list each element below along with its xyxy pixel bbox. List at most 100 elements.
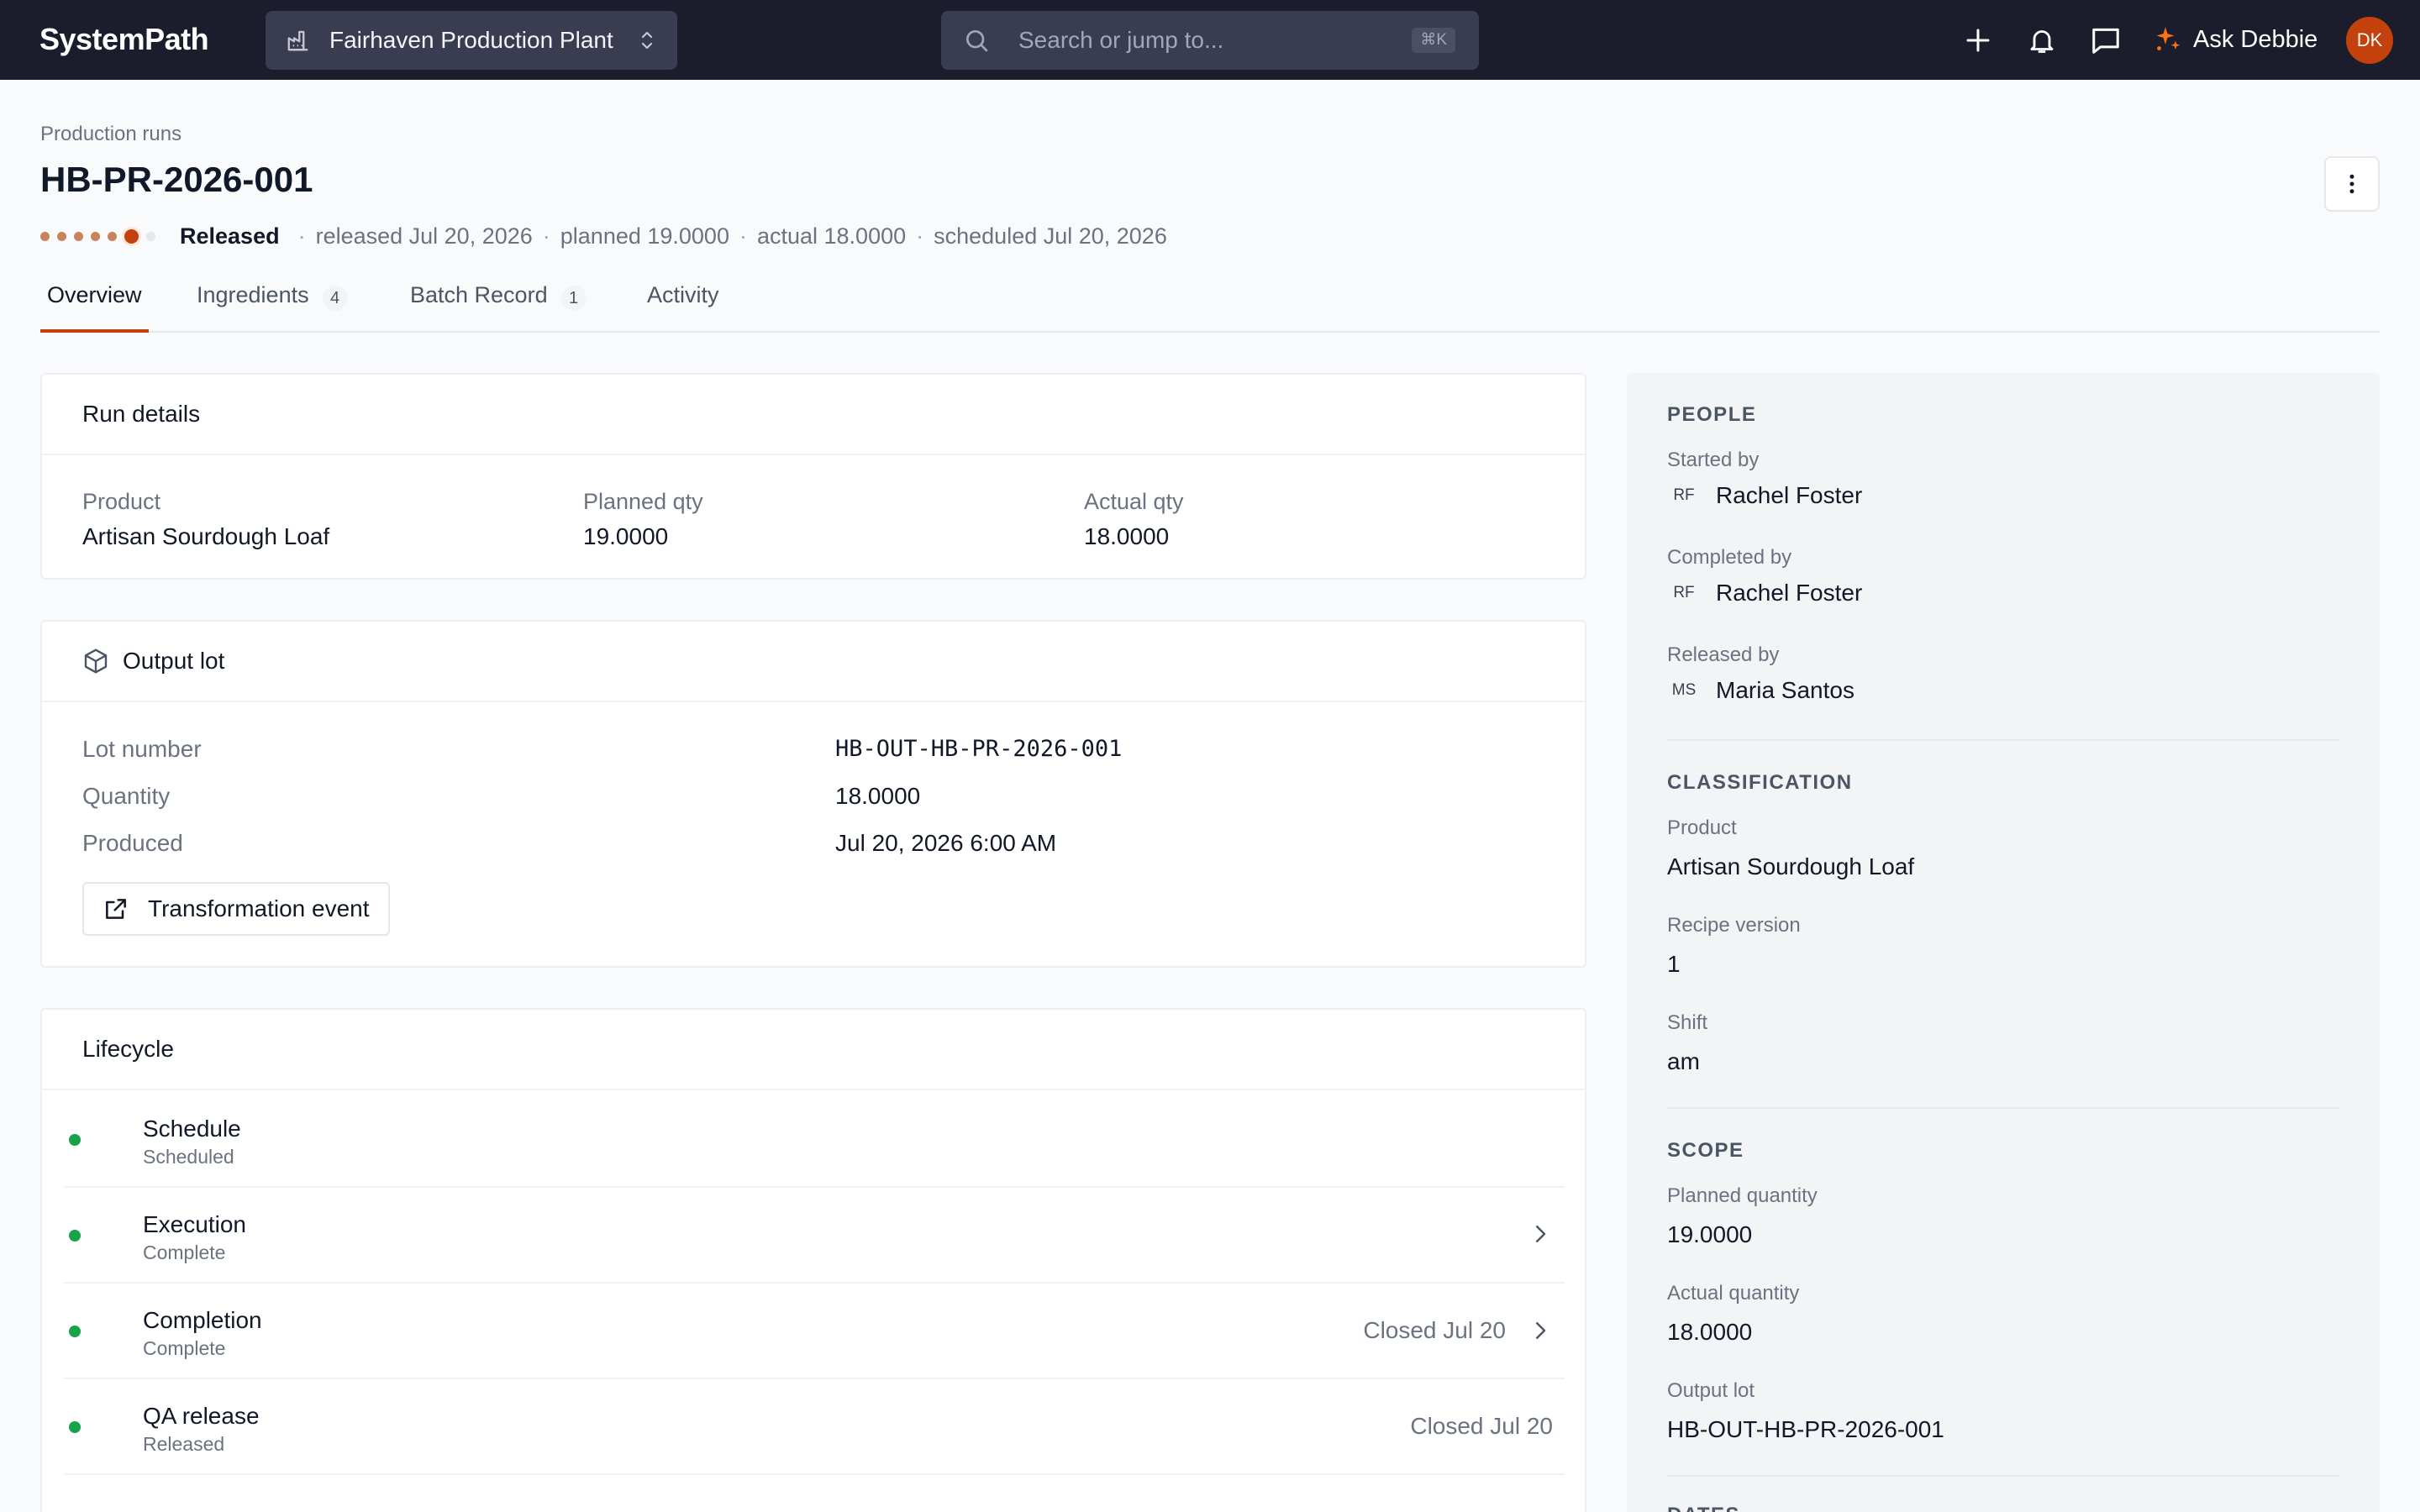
- notifications-button[interactable]: [2025, 24, 2059, 57]
- card-header: Output lot: [42, 622, 1585, 702]
- more-actions-button[interactable]: [2324, 156, 2380, 212]
- global-search[interactable]: ⌘K: [941, 11, 1479, 70]
- section-title-people: PEOPLE: [1667, 403, 1757, 426]
- plant-selector[interactable]: Fairhaven Production Plant: [266, 11, 677, 70]
- run-details-card: Run details Product Artisan Sourdough Lo…: [40, 373, 1586, 580]
- field-label: Completed by: [1667, 546, 1792, 569]
- messages-button[interactable]: [2089, 24, 2123, 57]
- progress-dot: [146, 231, 155, 241]
- factory-icon: [286, 28, 311, 53]
- lifecycle-step-title: QA release: [143, 1403, 260, 1429]
- top-navigation-bar: SystemPath Fairhaven Production Plant ⌘K: [0, 0, 2420, 80]
- search-shortcut-badge: ⌘K: [1412, 28, 1455, 53]
- field-label: Produced: [82, 830, 183, 856]
- tab-activity[interactable]: Activity: [647, 282, 719, 333]
- status-line: Released · released Jul 20, 2026 · plann…: [40, 222, 1167, 250]
- create-button[interactable]: [1961, 24, 1995, 57]
- lifecycle-row-execution[interactable]: Execution Complete: [64, 1188, 1565, 1284]
- status-progress-dots: [40, 228, 163, 244]
- lot-quantity-value: 18.0000: [835, 783, 921, 809]
- progress-dot: [108, 231, 117, 241]
- field-label: Started by: [1667, 449, 1760, 471]
- lifecycle-step-status: Complete: [143, 1337, 226, 1359]
- lifecycle-row-schedule[interactable]: Schedule Scheduled: [64, 1092, 1565, 1188]
- details-side-panel: PEOPLE Started by RF Rachel Foster Compl…: [1627, 373, 2380, 1512]
- avatar: RF: [1673, 486, 1695, 504]
- lifecycle-step-title: Schedule: [143, 1116, 241, 1142]
- tab-count-badge: 4: [322, 286, 348, 311]
- tab-batch-record[interactable]: Batch Record 1: [410, 282, 587, 333]
- user-avatar[interactable]: DK: [2346, 17, 2393, 64]
- chevron-right-icon[interactable]: [1528, 1221, 1553, 1247]
- breadcrumb[interactable]: Production runs: [40, 123, 182, 146]
- meta-planned: planned 19.0000: [560, 223, 729, 249]
- page-title: HB-PR-2026-001: [40, 160, 313, 199]
- brand-logo[interactable]: SystemPath: [39, 22, 209, 57]
- meta-released: released Jul 20, 2026: [315, 223, 533, 249]
- completed-by-person[interactable]: RF Rachel Foster: [1667, 580, 1862, 606]
- product-value: Artisan Sourdough Loaf: [1667, 853, 1915, 879]
- tab-label: Ingredients: [197, 282, 309, 307]
- lifecycle-step-status: Released: [143, 1433, 225, 1455]
- vertical-dots-icon: [2349, 174, 2354, 194]
- section-divider: [1667, 1475, 2339, 1477]
- product-field: Product Artisan Sourdough Loaf: [82, 489, 329, 550]
- lifecycle-step-title: Execution: [143, 1211, 246, 1237]
- lifecycle-closed-date: Closed Jul 20: [1410, 1413, 1553, 1439]
- progress-dot: [40, 231, 50, 241]
- recipe-version-value: 1: [1667, 951, 1681, 977]
- started-by-person[interactable]: RF Rachel Foster: [1667, 482, 1862, 509]
- field-value: 19.0000: [583, 523, 669, 549]
- released-by-person[interactable]: MS Maria Santos: [1667, 677, 1854, 704]
- ask-debbie-label: Ask Debbie: [2193, 25, 2318, 53]
- actual-quantity-value: 18.0000: [1667, 1319, 1753, 1345]
- meta-separator: ·: [297, 223, 306, 249]
- plus-icon: [1966, 29, 1990, 52]
- sparkle-icon: [2153, 24, 2183, 55]
- lot-number-value: HB-OUT-HB-PR-2026-001: [835, 736, 1123, 762]
- external-link-icon: [103, 895, 129, 922]
- plant-selector-label: Fairhaven Production Plant: [329, 27, 613, 53]
- meta-separator: ·: [916, 223, 924, 249]
- lifecycle-row-qa-release[interactable]: QA release Released Closed Jul 20: [64, 1379, 1565, 1475]
- search-input[interactable]: [1018, 27, 1388, 54]
- field-label: Actual qty: [1084, 489, 1184, 514]
- tab-ingredients[interactable]: Ingredients 4: [197, 282, 348, 333]
- section-title-dates: DATES: [1667, 1504, 1740, 1512]
- section-title-classification: CLASSIFICATION: [1667, 771, 1853, 794]
- field-value: 18.0000: [1084, 523, 1170, 549]
- status-dot: [69, 1421, 81, 1433]
- lifecycle-row-completion[interactable]: Completion Complete Closed Jul 20: [64, 1284, 1565, 1379]
- actual-qty-field: Actual qty 18.0000: [1084, 489, 1184, 550]
- field-label: Planned qty: [583, 489, 703, 514]
- progress-dot: [124, 228, 139, 244]
- bell-icon: [2030, 30, 2054, 53]
- meta-actual: actual 18.0000: [756, 223, 907, 249]
- ask-debbie-button[interactable]: Ask Debbie: [2153, 20, 2317, 59]
- field-label: Product: [82, 489, 161, 514]
- button-label: Transformation event: [148, 895, 370, 921]
- output-lot-card: Output lot Lot number HB-OUT-HB-PR-2026-…: [40, 620, 1586, 968]
- status-dot: [69, 1134, 81, 1146]
- field-label: Released by: [1667, 643, 1780, 666]
- lifecycle-card: Lifecycle Schedule Scheduled Execution C…: [40, 1008, 1586, 1512]
- chevron-right-icon[interactable]: [1528, 1318, 1553, 1343]
- field-label: Quantity: [82, 783, 171, 809]
- card-title: Run details: [42, 375, 1585, 455]
- lifecycle-step-status: Complete: [143, 1242, 226, 1263]
- lifecycle-step-title: Completion: [143, 1307, 262, 1333]
- chevron-up-down-icon: [637, 29, 657, 51]
- section-title-scope: SCOPE: [1667, 1139, 1744, 1162]
- status-dot: [69, 1230, 81, 1242]
- output-lot-value[interactable]: HB-OUT-HB-PR-2026-001: [1667, 1416, 1944, 1443]
- transformation-event-button[interactable]: Transformation event: [82, 882, 390, 936]
- tab-label: Batch Record: [410, 282, 548, 307]
- progress-dot: [91, 231, 100, 241]
- cube-icon: [82, 648, 109, 675]
- tab-overview[interactable]: Overview: [40, 282, 149, 333]
- progress-dot: [74, 231, 83, 241]
- status-label: Released: [180, 223, 280, 249]
- meta-separator: ·: [739, 223, 747, 249]
- meta-separator: ·: [542, 223, 550, 249]
- tab-label: Activity: [647, 282, 719, 307]
